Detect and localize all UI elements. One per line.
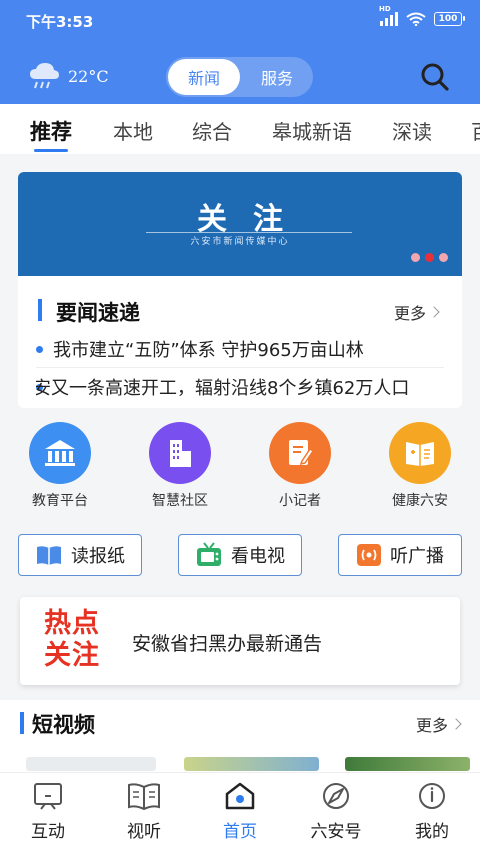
read-newspaper-button[interactable]: 读报纸 [18,534,142,576]
banner-divider [146,232,352,233]
nav-label: 首页 [223,822,257,842]
tab-more[interactable]: 百 [471,116,480,145]
video-thumbnail[interactable] [26,757,156,771]
carousel-dot [411,253,420,262]
listen-radio-button[interactable]: 听广播 [338,534,462,576]
tab-general[interactable]: 综合 [192,116,232,145]
hot-topic-text: 安徽省扫黑办最新通告 [132,633,323,655]
building-icon [149,422,211,484]
news-flash-card: 要闻速递 更多 我市建立“五防”体系 守护965万亩山林 安又一条高速开工，辐射… [18,276,462,408]
hot-topic-badge: 热点 关注 [44,608,108,672]
service-label: 教育平台 [32,493,88,509]
carousel-dots [411,253,448,262]
tab-recommend[interactable]: 推荐 [30,116,72,146]
tab-gaocheng[interactable]: 皋城新语 [272,116,352,145]
user-icon [419,783,445,809]
service-label: 智慧社区 [152,493,208,509]
status-bar: 下午3:53 HD 100 [0,0,480,40]
segment-service[interactable]: 服务 [244,59,310,95]
banner-subtitle: 六安市新闻传媒中心 [190,237,290,247]
cloud-rain-icon [30,63,59,89]
school-icon [29,422,91,484]
video-thumbnail[interactable] [184,757,319,771]
bottom-nav: 互动 视听 首页 六安号 我的 [0,772,480,853]
news-item[interactable]: 安又一条高速开工，辐射沿线8个乡镇62万人口 [36,374,444,400]
service-grid: 教育平台 智慧社区 小记者 健康六安 [0,422,480,518]
home-icon [225,782,255,810]
nav-home[interactable]: 首页 [200,781,280,842]
tab-deep-read[interactable]: 深读 [392,116,432,145]
segment-news[interactable]: 新闻 [168,59,240,95]
compass-icon [323,783,349,809]
hot-badge-line1: 热点 [44,608,100,639]
app-header: 下午3:53 HD 100 22°C 新闻 服务 [0,0,480,104]
service-education[interactable]: 教育平台 [10,422,110,510]
chevron-right-icon [450,718,462,730]
nav-interact[interactable]: 互动 [8,781,88,842]
more-label: 更多 [393,304,426,323]
section-bar [20,712,24,734]
hot-topic-card[interactable]: 热点 关注 安徽省扫黑办最新通告 [20,597,460,685]
news-flash-title: 要闻速递 [56,301,140,325]
service-reporter[interactable]: 小记者 [250,422,350,510]
nav-label: 我的 [415,822,449,842]
temperature: 22°C [68,66,109,86]
news-item-text: 安又一条高速开工，辐射沿线8个乡镇62万人口 [36,378,410,399]
channel-tabs: 推荐 本地 综合 皋城新语 深读 百 [0,104,480,154]
service-label: 小记者 [279,493,321,509]
nav-audio-video[interactable]: 视听 [104,781,184,842]
radio-icon [357,544,381,566]
status-time: 下午3:53 [26,13,94,31]
chevron-right-icon [428,306,440,318]
news-item[interactable]: 我市建立“五防”体系 守护965万亩山林 [36,336,444,362]
section-bar [38,299,42,321]
search-icon[interactable] [420,62,450,92]
battery-icon: 100 [434,12,465,26]
open-book-icon [128,783,160,811]
nav-luan-account[interactable]: 六安号 [296,781,376,842]
signal-icon: HD [379,5,398,26]
media-label: 看电视 [231,546,285,567]
hot-badge-line2: 关注 [44,640,100,671]
nav-mine[interactable]: 我的 [392,781,472,842]
chat-screen-icon [34,783,62,810]
divider [36,367,444,368]
nav-label: 互动 [31,822,65,842]
news-item-text: 我市建立“五防”体系 守护965万亩山林 [53,340,364,361]
banner-carousel[interactable]: 关注 六安市新闻传媒中心 [18,172,462,276]
status-icons: HD 100 [379,5,465,26]
service-health[interactable]: 健康六安 [370,422,470,510]
newspaper-icon [37,546,61,565]
nav-label: 视听 [127,822,161,842]
wifi-icon [406,12,426,26]
watch-tv-button[interactable]: 看电视 [178,534,302,576]
hd-badge: HD [379,5,391,13]
short-video-more-button[interactable]: 更多 [415,712,462,736]
carousel-dot [439,253,448,262]
tv-icon [197,542,221,566]
tab-indicator [34,149,68,152]
service-label: 健康六安 [392,493,448,509]
weather-widget[interactable]: 22°C [28,61,109,91]
nav-label: 六安号 [310,822,362,842]
carousel-dot-active [425,253,434,262]
media-label: 读报纸 [71,546,125,567]
news-service-toggle: 新闻 服务 [166,57,313,97]
edit-note-icon [269,422,331,484]
short-video-title: 短视频 [32,713,95,737]
bullet-dot [36,345,43,353]
more-label: 更多 [415,716,448,735]
media-label: 听广播 [390,546,444,567]
news-flash-more-button[interactable]: 更多 [393,300,440,324]
video-thumbnail[interactable] [345,757,470,771]
service-community[interactable]: 智慧社区 [130,422,230,510]
tab-local[interactable]: 本地 [113,116,153,145]
health-book-icon [389,422,451,484]
